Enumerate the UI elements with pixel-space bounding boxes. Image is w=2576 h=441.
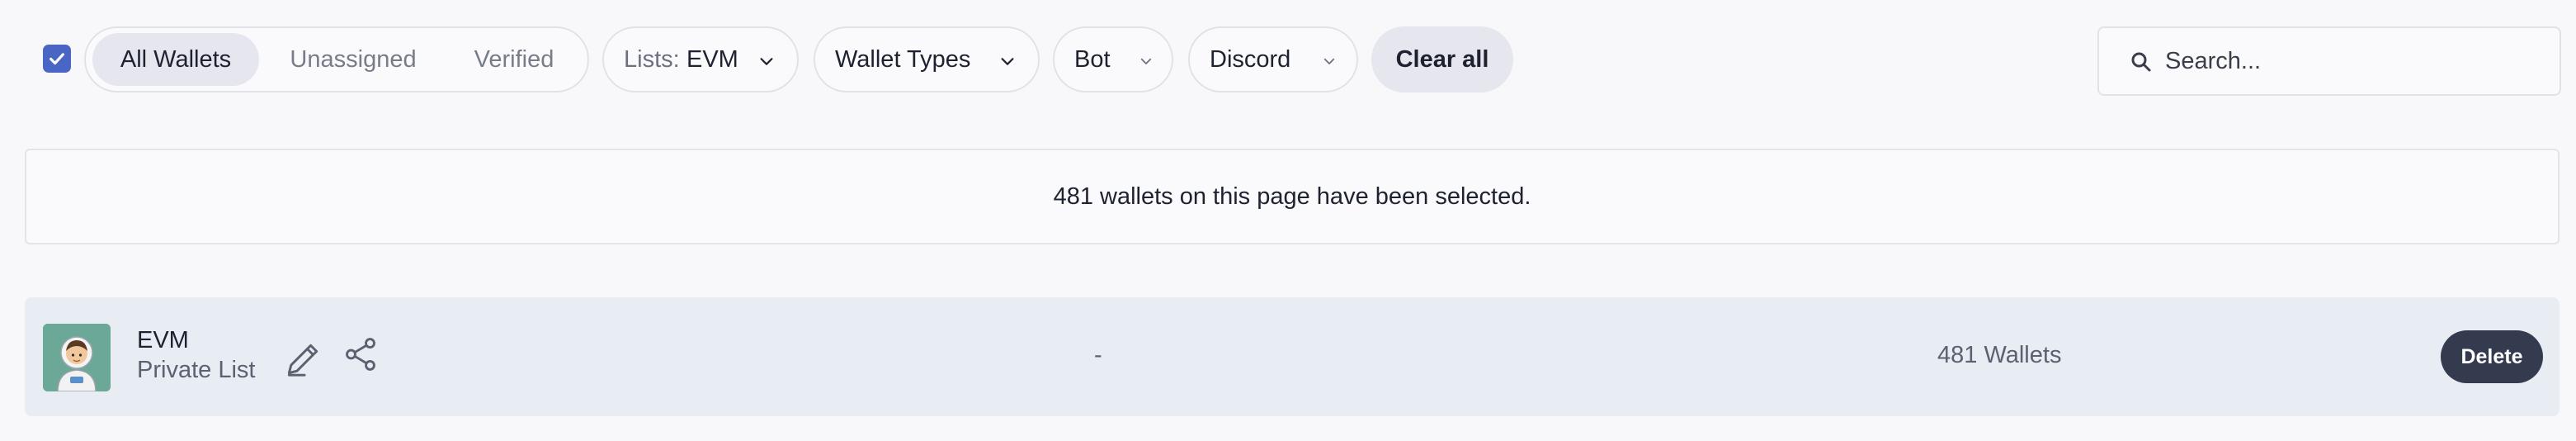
bot-label: Bot bbox=[1074, 45, 1111, 73]
list-visibility: Private List bbox=[137, 357, 256, 383]
list-owner-value: - bbox=[1094, 342, 1102, 368]
filter-toolbar: All Wallets Unassigned Verified Lists: E… bbox=[0, 0, 2576, 124]
selection-banner: 481 wallets on this page have been selec… bbox=[25, 149, 2559, 244]
wallets-page: All Wallets Unassigned Verified Lists: E… bbox=[0, 0, 2576, 441]
tab-all-wallets[interactable]: All Wallets bbox=[92, 33, 259, 86]
bot-dropdown[interactable]: Bot bbox=[1053, 26, 1173, 92]
search-input[interactable] bbox=[2165, 40, 2545, 83]
share-icon bbox=[346, 338, 375, 371]
checkmark-icon bbox=[50, 53, 64, 65]
discord-label: Discord bbox=[1210, 45, 1291, 73]
search-icon bbox=[2131, 52, 2151, 72]
chevron-down-icon bbox=[1323, 58, 1335, 64]
chevron-down-icon bbox=[760, 58, 773, 65]
tab-unassigned[interactable]: Unassigned bbox=[271, 33, 436, 86]
discord-dropdown[interactable]: Discord bbox=[1188, 26, 1358, 92]
lists-filter-prefix: Lists: bbox=[624, 45, 680, 73]
select-all-checkbox[interactable] bbox=[43, 45, 71, 73]
pencil-icon bbox=[287, 344, 318, 377]
astronaut-icon bbox=[43, 324, 111, 391]
wallet-types-label: Wallet Types bbox=[835, 45, 971, 73]
clear-all-button[interactable]: Clear all bbox=[1371, 26, 1513, 92]
selection-banner-text: 481 wallets on this page have been selec… bbox=[1053, 183, 1531, 210]
wallet-count: 481 Wallets bbox=[1937, 342, 2062, 368]
list-name: EVM bbox=[137, 327, 189, 353]
search-box bbox=[2097, 26, 2561, 96]
wallet-types-dropdown[interactable]: Wallet Types bbox=[814, 26, 1040, 92]
chevron-down-icon bbox=[1001, 58, 1014, 65]
edit-list-button[interactable] bbox=[282, 339, 323, 380]
share-list-button[interactable] bbox=[342, 335, 380, 373]
chevron-down-icon bbox=[1140, 58, 1152, 64]
delete-button[interactable]: Delete bbox=[2441, 330, 2543, 383]
wallet-filter-tabs: All Wallets Unassigned Verified bbox=[84, 26, 589, 92]
list-item[interactable]: EVM Private List - 481 Wallets Delete bbox=[25, 297, 2559, 416]
tab-verified[interactable]: Verified bbox=[446, 33, 583, 86]
lists-filter-value: EVM bbox=[686, 45, 738, 73]
lists-filter-dropdown[interactable]: Lists: EVM bbox=[602, 26, 799, 92]
